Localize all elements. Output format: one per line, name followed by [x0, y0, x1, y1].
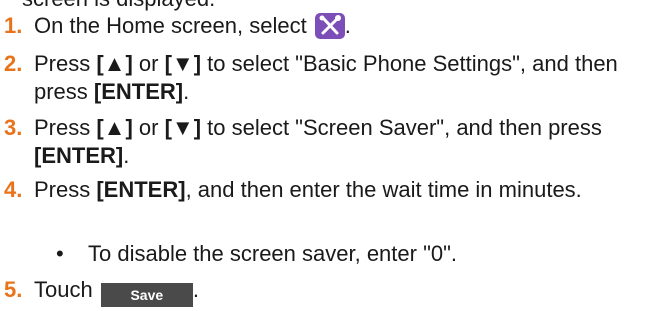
step-text: Press [▲] or [▼] to select "Basic Phone … [34, 51, 618, 104]
enter-key: [ENTER] [34, 143, 124, 168]
document-page: screen is displayed. 1. On the Home scre… [0, 0, 654, 311]
intro-text: screen is displayed. [22, 0, 215, 12]
down-key: [▼] [164, 115, 202, 140]
down-key: [▼] [164, 51, 202, 76]
up-key: [▲] [96, 51, 133, 76]
save-button: Save [100, 283, 193, 307]
step-number: 3. [4, 115, 23, 140]
step-number: 2. [4, 51, 23, 76]
step-number: 1. [4, 13, 23, 38]
enter-key: [ENTER] [96, 177, 186, 202]
step-text: Touch Save. [34, 276, 650, 307]
step-number: 4. [4, 177, 23, 202]
bullet-mark: • [56, 241, 64, 266]
settings-tools-icon [314, 13, 345, 39]
step-number: 5. [4, 277, 23, 302]
step-text: On the Home screen, select . [34, 13, 351, 39]
step-text: Press [ENTER], and then enter the wait t… [34, 177, 582, 202]
up-key: [▲] [96, 115, 133, 140]
step-text: Press [▲] or [▼] to select "Screen Saver… [34, 115, 602, 168]
bullet-text: To disable the screen saver, enter "0". [88, 241, 458, 266]
enter-key: [ENTER] [93, 79, 184, 104]
